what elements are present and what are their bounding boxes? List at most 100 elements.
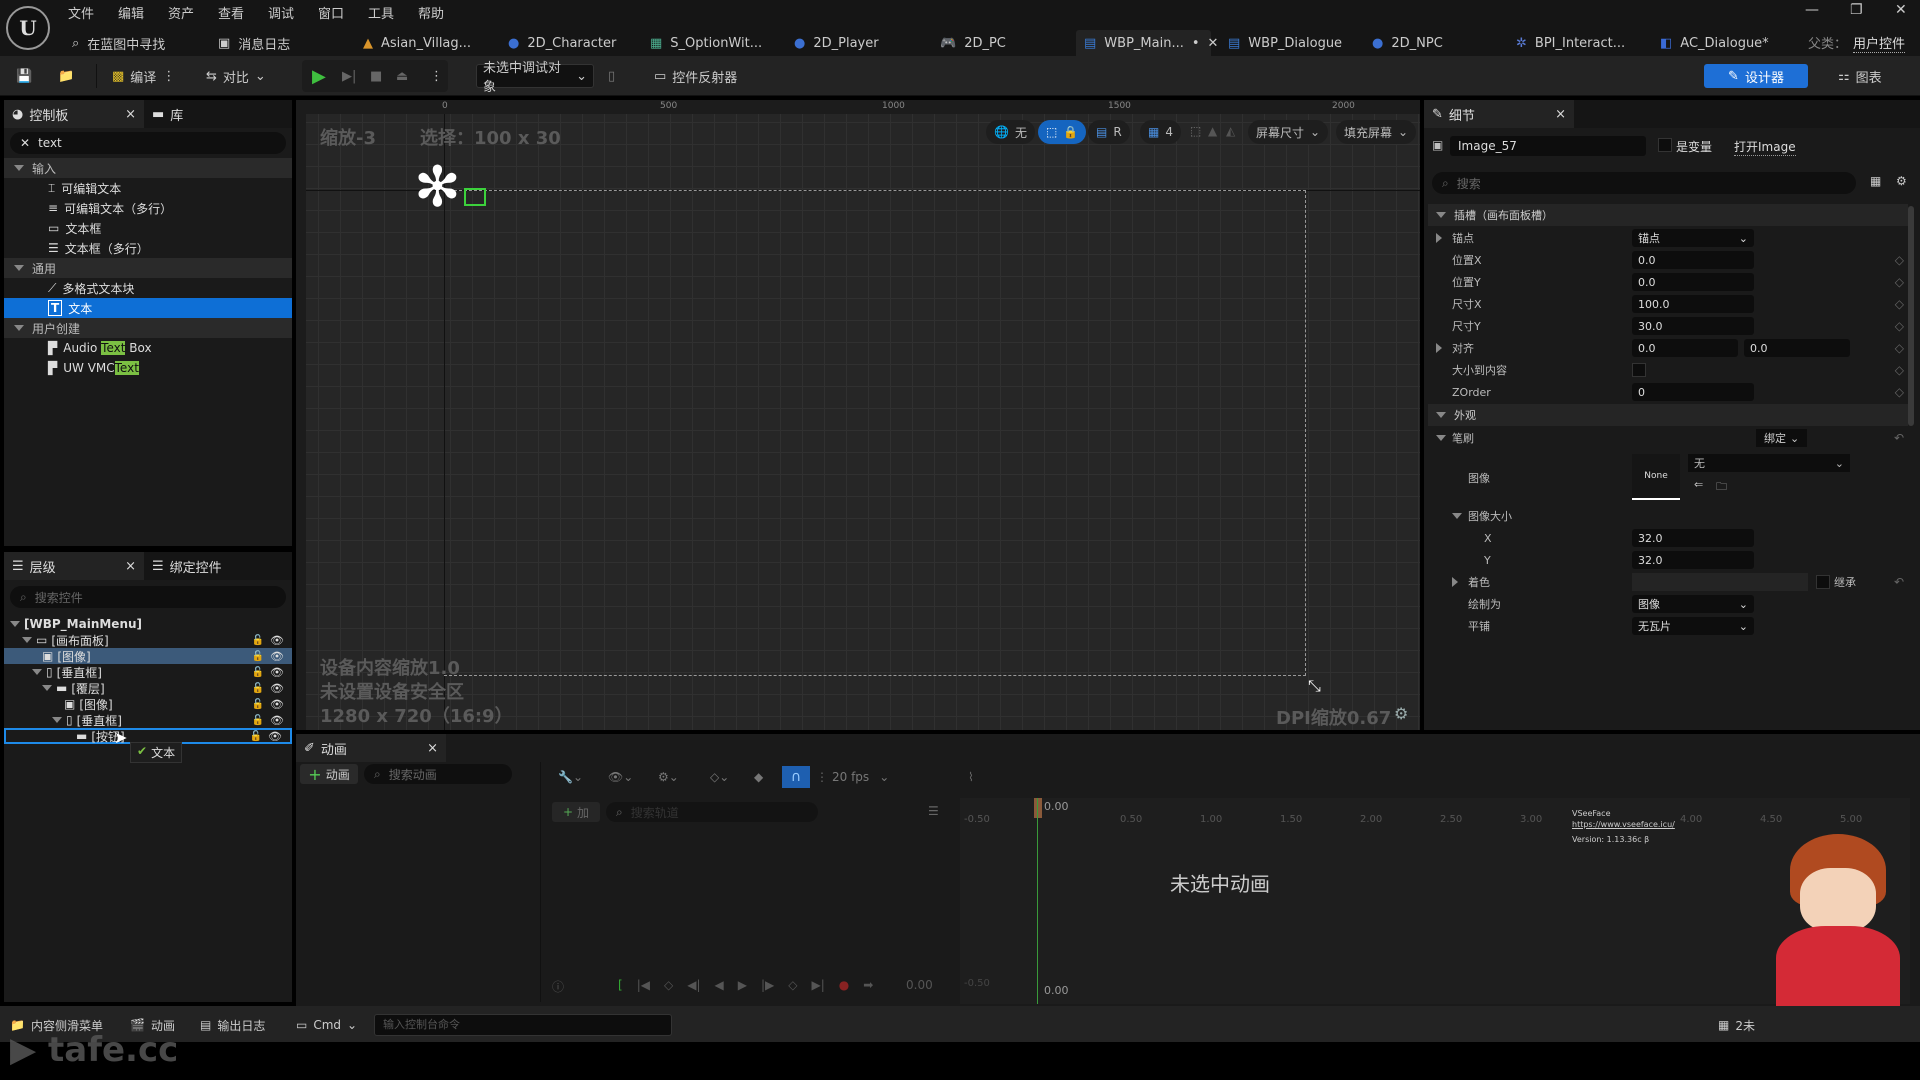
tab-asian-village[interactable]: ▲ Asian_Villag... (355, 30, 479, 56)
inherit-checkbox[interactable] (1816, 575, 1830, 589)
debug-target-select[interactable]: 未选中调试对象 ⌄ (476, 61, 594, 95)
lock-icon[interactable]: 🔓 (250, 731, 262, 742)
tree-row-vertical-box[interactable]: ▯ [垂直框] 🔓 👁 (4, 664, 292, 680)
lock-icon[interactable]: 🔓 (252, 715, 264, 726)
bind-dropdown[interactable]: 绑定 ⌄ (1756, 429, 1808, 447)
widget-reflector-button[interactable]: ▭ 控件反射器 (654, 64, 737, 88)
details-search[interactable]: ⌕ 搜索 (1432, 172, 1856, 194)
unreal-logo-icon[interactable]: U (6, 6, 50, 50)
keyframe-diamond-icon[interactable]: ◇ (1895, 341, 1904, 355)
category-common[interactable]: 通用 (4, 258, 292, 278)
minimize-button[interactable]: — (1805, 2, 1819, 18)
palette-search[interactable]: ✕ text (10, 132, 286, 154)
lock-icon[interactable]: 🔓 (252, 667, 264, 678)
browse-icon[interactable]: 📁 (58, 64, 74, 88)
screen-size-dropdown[interactable]: 屏幕尺寸 ⌄ (1248, 120, 1329, 144)
palette-item-uw-vmc-text[interactable]: ▛ UW VMCText (4, 358, 292, 378)
tree-row-image[interactable]: ▣ [图像] 🔓 👁 (4, 648, 292, 664)
palette-item-text-box-multiline[interactable]: ☰ 文本框（多行） (4, 238, 292, 258)
tree-row-image-2[interactable]: ▣ [图像] 🔓 👁 (4, 696, 292, 712)
play-options-icon[interactable]: ⋮ (430, 64, 443, 88)
keyframe-diamond-icon[interactable]: ◇ (1895, 275, 1904, 289)
step-icon[interactable]: ▶| (342, 64, 356, 88)
tab-details[interactable]: ✎ 细节 × (1424, 100, 1574, 128)
tint-color-swatch[interactable] (1632, 573, 1808, 591)
menu-view[interactable]: 查看 (218, 3, 244, 22)
restore-button[interactable]: ❐ (1850, 2, 1863, 18)
tiling-dropdown[interactable]: 无瓦片 ⌄ (1632, 617, 1754, 635)
designer-viewport[interactable]: 0 500 1000 1500 2000 缩放-3 选择：100 x 30 ✻ … (296, 100, 1420, 730)
more-options-icon[interactable]: ⋮ (162, 69, 175, 84)
image-thumbnail[interactable]: None (1632, 454, 1680, 500)
prev-frame-icon[interactable]: ◀| (687, 978, 700, 995)
menu-tools[interactable]: 工具 (368, 3, 394, 22)
tab-2d-player[interactable]: ● 2D_Player (786, 30, 887, 56)
track-search[interactable]: ⌕ 搜索轨道 (606, 802, 818, 822)
skip-start-icon[interactable]: |◀ (637, 978, 650, 995)
lock-icon[interactable]: 🔓 (252, 683, 264, 694)
size-y-input[interactable]: 30.0 (1632, 317, 1754, 335)
keyframe-diamond-icon[interactable]: ◇ (1895, 363, 1904, 377)
diff-button[interactable]: ⇆ 对比 ⌄ (206, 64, 266, 88)
parent-class-link[interactable]: 用户控件 (1853, 33, 1906, 53)
playhead[interactable] (1034, 798, 1042, 818)
menu-file[interactable]: 文件 (68, 3, 94, 22)
alignment-y-input[interactable]: 0.0 (1744, 339, 1850, 357)
eject-icon[interactable]: ⏏ (396, 64, 408, 88)
next-key-icon[interactable]: ◇ (788, 978, 797, 995)
wrench-icon[interactable]: 🔧⌄ (558, 770, 583, 784)
selected-widget-outline[interactable] (464, 188, 486, 206)
eye-icon[interactable]: 👁 (270, 698, 284, 711)
image-size-y-input[interactable]: 32.0 (1632, 551, 1754, 569)
snap-magnet-icon[interactable]: ∩ (782, 766, 810, 788)
widget-name-input[interactable]: Image_57 (1450, 136, 1646, 156)
details-scrollbar[interactable] (1908, 206, 1914, 426)
menu-edit[interactable]: 编辑 (118, 3, 144, 22)
close-tab-icon[interactable]: × (125, 559, 136, 574)
tab-wbp-main[interactable]: ▤ WBP_Main... • ✕ (1076, 30, 1218, 56)
add-track-button[interactable]: + 加 (552, 802, 600, 822)
lock-icon[interactable]: 🔓 (252, 699, 264, 710)
play-reverse-icon[interactable]: ◀ (715, 978, 724, 995)
rotate-snap-toggle[interactable]: ▤ R (1088, 120, 1130, 144)
tab-find-in-blueprint[interactable]: ⌕ 在蓝图中寻找 (64, 30, 173, 56)
reset-icon[interactable]: ↶ (1894, 431, 1904, 445)
palette-item-editable-text-multiline[interactable]: ≡ 可编辑文本（多行） (4, 198, 292, 218)
alignment-x-input[interactable]: 0.0 (1632, 339, 1738, 357)
open-image-link[interactable]: 打开Image (1734, 138, 1796, 156)
section-slot[interactable]: 插槽（画布面板槽） (1428, 204, 1908, 226)
play-icon[interactable]: ▶ (738, 978, 747, 995)
position-y-input[interactable]: 0.0 (1632, 273, 1754, 291)
localization-preview[interactable]: 🌐 无 (986, 120, 1035, 144)
menu-help[interactable]: 帮助 (418, 3, 444, 22)
output-log-button[interactable]: ▤ 输出日志 (200, 1015, 265, 1035)
close-window-button[interactable]: ✕ (1895, 2, 1907, 18)
keyframe-diamond-icon[interactable]: ◇ (1895, 319, 1904, 333)
animation-search[interactable]: ⌕ 搜索动画 (364, 764, 512, 784)
fill-screen-dropdown[interactable]: 填充屏幕 ⌄ (1336, 120, 1417, 144)
tree-row-canvas[interactable]: ▭ [画布面板] 🔓 👁 (4, 632, 292, 648)
more-options-icon[interactable]: ⋮ (816, 770, 828, 784)
prev-key-icon[interactable]: ◇ (664, 978, 673, 995)
tab-bind-widgets[interactable]: ☰ 绑定控件 (144, 552, 230, 580)
console-input[interactable]: 输入控制台命令 (374, 1014, 672, 1036)
info-icon[interactable]: ⓘ (552, 978, 564, 995)
tab-message-log[interactable]: ▣ 消息日志 (210, 30, 298, 56)
find-debug-icon[interactable]: ▯ (608, 64, 615, 88)
stop-icon[interactable]: ■ (370, 64, 382, 88)
tab-ac-dialogue[interactable]: ◧ AC_Dialogue* (1652, 30, 1777, 56)
reset-icon[interactable]: ↶ (1894, 575, 1904, 589)
zorder-input[interactable]: 0 (1632, 383, 1754, 401)
size-x-input[interactable]: 100.0 (1632, 295, 1754, 313)
select-tool-icon[interactable]: ⬚ (1190, 124, 1201, 138)
size-to-content-checkbox[interactable] (1632, 363, 1646, 377)
preview-icon[interactable]: ▲ (1208, 124, 1217, 138)
filter-icon[interactable]: ☰ (928, 804, 939, 818)
is-variable-checkbox[interactable] (1658, 138, 1672, 152)
palette-search-input[interactable]: text (38, 136, 62, 150)
record-icon[interactable]: ● (839, 978, 849, 995)
keyframe-diamond-icon[interactable]: ◇ (1895, 385, 1904, 399)
tab-animations[interactable]: ✐ 动画 × (296, 734, 446, 762)
grid-snap-toggle[interactable]: ▦ 4 (1140, 120, 1181, 144)
set-start-icon[interactable]: [ (618, 978, 623, 995)
